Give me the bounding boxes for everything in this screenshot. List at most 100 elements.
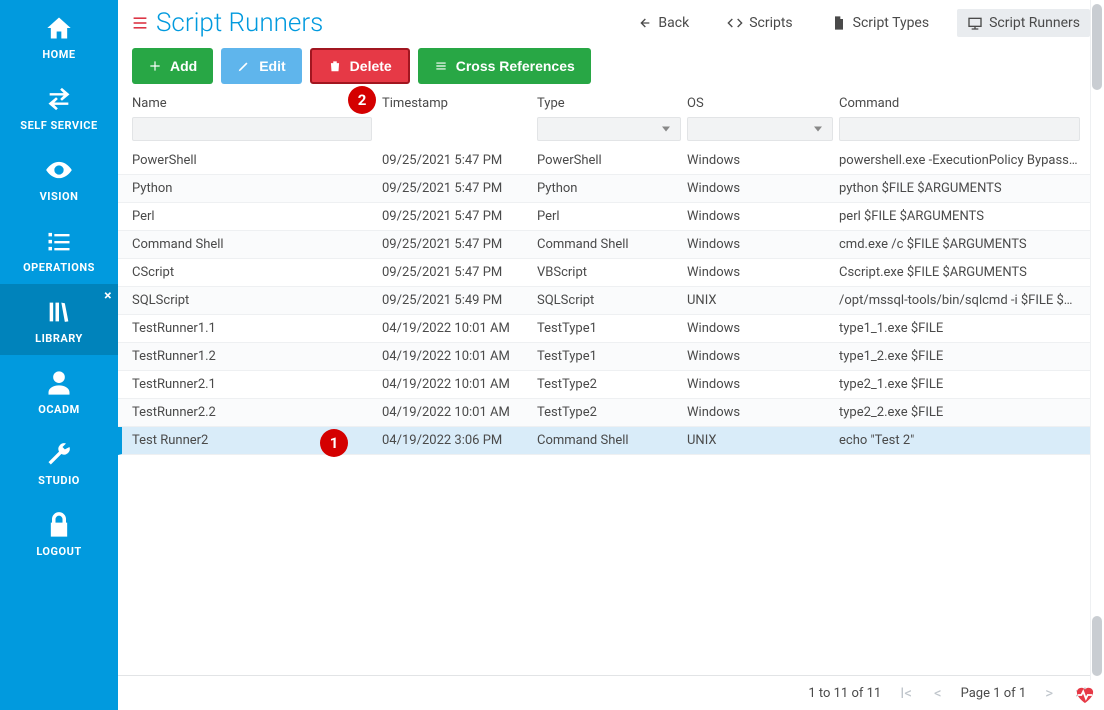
sidebar-item-self-service[interactable]: SELF SERVICE bbox=[0, 71, 118, 142]
cell-timestamp: 09/25/2021 5:47 PM bbox=[382, 237, 537, 252]
pager-first[interactable]: I< bbox=[897, 684, 915, 702]
btn-label: Add bbox=[170, 58, 197, 74]
col-name[interactable]: Name bbox=[132, 96, 382, 111]
cell-os: Windows bbox=[687, 265, 839, 280]
sidebar-item-logout[interactable]: LOGOUT bbox=[0, 497, 118, 568]
header-nav: Back Scripts Script Types Script Runners bbox=[626, 9, 1090, 37]
pager-prev[interactable]: < bbox=[931, 684, 945, 702]
nav-scripts[interactable]: Scripts bbox=[717, 9, 802, 37]
nav-label: Script Runners bbox=[989, 15, 1080, 31]
sidebar-item-home[interactable]: HOME bbox=[0, 0, 118, 71]
scrollbar-thumb[interactable] bbox=[1092, 616, 1102, 676]
file-icon bbox=[831, 15, 847, 31]
cross-references-button[interactable]: Cross References bbox=[418, 48, 591, 84]
col-command[interactable]: Command bbox=[839, 96, 1090, 111]
cell-type: Python bbox=[537, 181, 687, 196]
cell-type: TestType1 bbox=[537, 349, 687, 364]
nav-back[interactable]: Back bbox=[626, 9, 699, 37]
filter-name-input[interactable] bbox=[132, 117, 372, 141]
pager: 1 to 11 of 11 I< < Page 1 of 1 > >I bbox=[118, 675, 1104, 710]
cell-timestamp: 04/19/2022 10:01 AM bbox=[382, 349, 537, 364]
table-row[interactable]: PowerShell09/25/2021 5:47 PMPowerShellWi… bbox=[118, 147, 1102, 175]
sidebar-item-label: STUDIO bbox=[38, 474, 80, 487]
cell-timestamp: 04/19/2022 10:01 AM bbox=[382, 321, 537, 336]
runner-icon bbox=[967, 15, 983, 31]
cell-name: TestRunner2.1 bbox=[132, 377, 382, 392]
delete-button[interactable]: Delete bbox=[310, 48, 410, 84]
table-row[interactable]: TestRunner2.104/19/2022 10:01 AMTestType… bbox=[118, 371, 1102, 399]
cell-os: Windows bbox=[687, 181, 839, 196]
pager-next[interactable]: > bbox=[1042, 684, 1056, 702]
grid: Name Timestamp Type OS Command PowerShel… bbox=[118, 90, 1104, 710]
filter-type-select[interactable] bbox=[537, 117, 681, 141]
table-row[interactable]: TestRunner1.104/19/2022 10:01 AMTestType… bbox=[118, 315, 1102, 343]
cell-command: python $FILE $ARGUMENTS bbox=[839, 181, 1088, 196]
add-button[interactable]: Add bbox=[132, 48, 213, 84]
cell-name: Python bbox=[132, 181, 382, 196]
heartbeat-icon bbox=[1074, 686, 1096, 704]
cell-command: powershell.exe -ExecutionPolicy Bypass -… bbox=[839, 153, 1088, 168]
cell-type: Command Shell bbox=[537, 433, 687, 448]
books-icon bbox=[45, 298, 73, 326]
cell-timestamp: 04/19/2022 10:01 AM bbox=[382, 405, 537, 420]
cell-name: TestRunner1.2 bbox=[132, 349, 382, 364]
btn-label: Delete bbox=[350, 58, 392, 74]
nav-script-types[interactable]: Script Types bbox=[821, 9, 939, 37]
table-row[interactable]: CScript09/25/2021 5:47 PMVBScriptWindows… bbox=[118, 259, 1102, 287]
pencil-icon bbox=[237, 59, 251, 73]
cell-type: PowerShell bbox=[537, 153, 687, 168]
sidebar-item-vision[interactable]: VISION bbox=[0, 142, 118, 213]
cell-command: echo "Test 2" bbox=[839, 433, 1088, 448]
cell-command: /opt/mssql-tools/bin/sqlcmd -i $FILE $AR… bbox=[839, 293, 1088, 308]
chevron-down-icon bbox=[814, 127, 822, 132]
sidebar-item-label: LOGOUT bbox=[36, 545, 81, 558]
table-row[interactable]: Perl09/25/2021 5:47 PMPerlWindowsperl $F… bbox=[118, 203, 1102, 231]
cell-type: TestType2 bbox=[537, 377, 687, 392]
cell-timestamp: 09/25/2021 5:49 PM bbox=[382, 293, 537, 308]
sidebar-item-ocadm[interactable]: OCADM bbox=[0, 355, 118, 426]
cell-type: Perl bbox=[537, 209, 687, 224]
btn-label: Edit bbox=[259, 58, 285, 74]
edit-button[interactable]: Edit bbox=[221, 48, 301, 84]
sidebar-item-label: OPERATIONS bbox=[23, 261, 95, 274]
cell-timestamp: 04/19/2022 3:06 PM bbox=[382, 433, 537, 448]
col-os[interactable]: OS bbox=[687, 96, 839, 111]
table-row[interactable]: Test Runner204/19/2022 3:06 PMCommand Sh… bbox=[118, 427, 1102, 455]
sidebar-item-library[interactable]: × LIBRARY bbox=[0, 284, 118, 355]
transfer-icon bbox=[45, 85, 73, 113]
cell-type: Command Shell bbox=[537, 237, 687, 252]
cell-command: type2_2.exe $FILE bbox=[839, 405, 1088, 420]
table-row[interactable]: Python09/25/2021 5:47 PMPythonWindowspyt… bbox=[118, 175, 1102, 203]
cell-name: Command Shell bbox=[132, 237, 382, 252]
list-icon bbox=[434, 59, 448, 73]
col-timestamp[interactable]: Timestamp bbox=[382, 96, 537, 111]
col-type[interactable]: Type bbox=[537, 96, 687, 111]
page-title: Script Runners bbox=[156, 8, 323, 38]
scrollbar-thumb[interactable] bbox=[1092, 4, 1102, 90]
grid-body[interactable]: PowerShell09/25/2021 5:47 PMPowerShellWi… bbox=[118, 147, 1104, 675]
cell-command: type1_2.exe $FILE bbox=[839, 349, 1088, 364]
sidebar-item-operations[interactable]: OPERATIONS bbox=[0, 213, 118, 284]
code-icon bbox=[727, 15, 743, 31]
cell-os: Windows bbox=[687, 237, 839, 252]
cell-timestamp: 09/25/2021 5:47 PM bbox=[382, 181, 537, 196]
cell-os: Windows bbox=[687, 153, 839, 168]
cell-command: type1_1.exe $FILE bbox=[839, 321, 1088, 336]
cell-name: PowerShell bbox=[132, 153, 382, 168]
table-row[interactable]: SQLScript09/25/2021 5:49 PMSQLScriptUNIX… bbox=[118, 287, 1102, 315]
sidebar-item-studio[interactable]: STUDIO bbox=[0, 426, 118, 497]
filter-os-select[interactable] bbox=[687, 117, 833, 141]
table-row[interactable]: TestRunner2.204/19/2022 10:01 AMTestType… bbox=[118, 399, 1102, 427]
cell-os: UNIX bbox=[687, 293, 839, 308]
menu-icon[interactable] bbox=[132, 15, 148, 31]
table-row[interactable]: TestRunner1.204/19/2022 10:01 AMTestType… bbox=[118, 343, 1102, 371]
cell-command: cmd.exe /c $FILE $ARGUMENTS bbox=[839, 237, 1088, 252]
lock-icon bbox=[45, 511, 73, 539]
close-icon[interactable]: × bbox=[104, 288, 112, 304]
sidebar-item-label: HOME bbox=[42, 48, 75, 61]
table-row[interactable]: Command Shell09/25/2021 5:47 PMCommand S… bbox=[118, 231, 1102, 259]
scrollbar[interactable] bbox=[1090, 0, 1104, 680]
nav-script-runners[interactable]: Script Runners bbox=[957, 9, 1090, 37]
filter-command-input[interactable] bbox=[839, 117, 1080, 141]
pager-summary: 1 to 11 of 11 bbox=[808, 686, 881, 701]
